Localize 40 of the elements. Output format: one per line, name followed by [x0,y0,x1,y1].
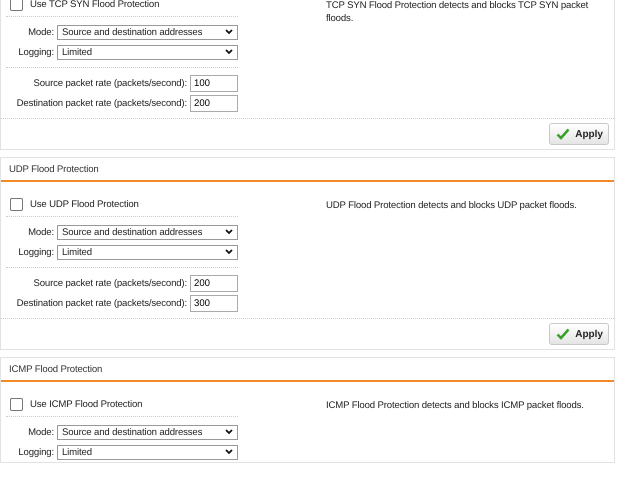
section-header: ICMP Flood Protection [1,358,614,382]
field-label: Source packet rate (packets/second): [32,78,188,88]
description-text: UDP Flood Protection detects and blocks UDP packet floods. [326,200,577,211]
field-label: Destination packet rate (packets/second): [16,98,188,108]
logging-dropdown[interactable]: Limited [57,44,238,60]
field-label: Logging: [17,246,55,258]
checkbox[interactable] [10,0,23,10]
chevron-icon [225,29,233,35]
field-label: Logging: [17,446,55,458]
field-label: Logging: [17,46,55,58]
checkmark-icon [556,328,570,340]
checkbox-label: Use ICMP Flood Protection [30,398,142,410]
section-header: UDP Flood Protection [1,158,614,182]
description-text: ICMP Flood Protection detects and blocks ICMP packet floods. [326,400,584,411]
mode-dropdown[interactable]: Source and destination addresses [57,24,238,40]
chevron-icon [225,429,233,435]
field-label: Destination packet rate (packets/second): [16,298,188,308]
logging-dropdown[interactable]: Limited [57,244,238,260]
checkbox[interactable] [10,398,23,410]
apply-button[interactable]: Apply [549,323,609,345]
chevron-icon [225,229,233,235]
field-label: Source packet rate (packets/second): [32,278,188,288]
checkmark-icon [556,128,570,140]
field-label: Mode: [27,226,55,238]
field-label: Mode: [27,26,55,38]
apply-button[interactable]: Apply [549,123,609,145]
description-text: TCP SYN Flood Protection detects and blocks TCP SYN packet floods. [326,0,588,24]
field-label: Mode: [27,426,55,438]
mode-dropdown[interactable]: Source and destination addresses [57,224,238,240]
mode-dropdown[interactable]: Source and destination addresses [57,424,238,440]
checkbox-label: Use UDP Flood Protection [30,198,139,210]
rate-input[interactable]: 300 [190,294,238,312]
chevron-icon [225,49,233,55]
logging-dropdown[interactable]: Limited [57,444,238,460]
chevron-icon [225,249,233,255]
rate-input[interactable]: 100 [190,74,238,92]
checkbox[interactable] [10,198,23,210]
rate-input[interactable]: 200 [190,274,238,292]
rate-input[interactable]: 200 [190,94,238,112]
chevron-icon [225,449,233,455]
